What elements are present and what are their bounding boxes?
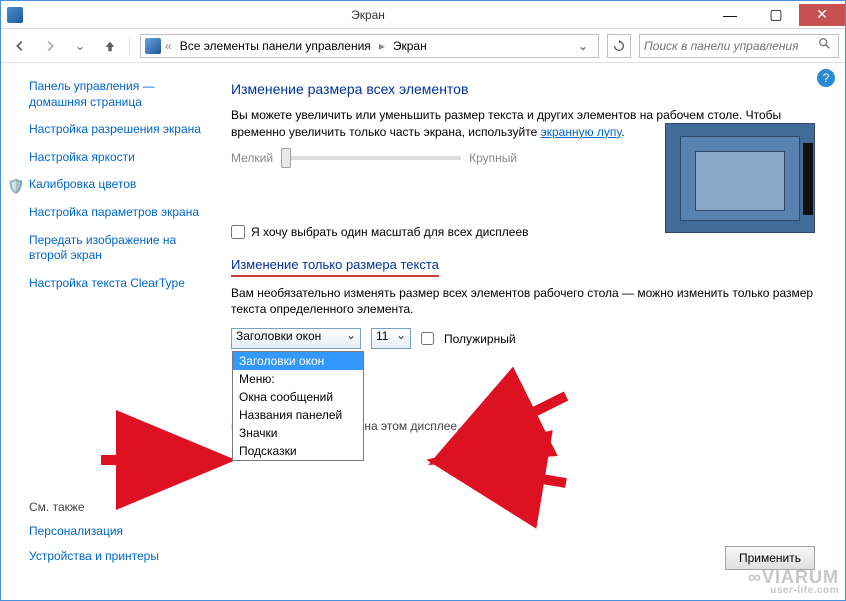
bold-checkbox[interactable] (421, 332, 434, 345)
close-button[interactable]: ✕ (799, 4, 845, 26)
dropdown-option[interactable]: Окна сообщений (233, 388, 363, 406)
slider-thumb[interactable] (281, 148, 291, 168)
breadcrumb[interactable]: « Все элементы панели управления ▸ Экран… (140, 34, 599, 58)
see-also-heading: См. также (29, 500, 209, 514)
preview-window-inner (695, 151, 785, 211)
main-content: ? Изменение размера всех элементов Вы мо… (211, 63, 845, 600)
breadcrumb-sep: « (165, 39, 172, 53)
see-also-personalization[interactable]: Персонализация (29, 524, 209, 540)
window-title: Экран (29, 8, 707, 22)
search-icon[interactable] (818, 37, 834, 54)
see-also-devices[interactable]: Устройства и принтеры (29, 549, 209, 565)
app-icon (7, 7, 23, 23)
sidebar-see-also: См. также Персонализация Устройства и пр… (29, 500, 209, 575)
text-size-controls: Заголовки окон Заголовки окон Меню: Окна… (231, 328, 825, 349)
refresh-button[interactable] (607, 34, 631, 58)
description2-text: Вам необязательно изменять размер всех э… (231, 285, 825, 319)
back-button[interactable] (7, 33, 33, 59)
sidebar-link-label: Калибровка цветов (29, 177, 136, 191)
element-dropdown-list: Заголовки окон Меню: Окна сообщений Назв… (232, 351, 364, 461)
breadcrumb-dropdown[interactable]: ⌄ (572, 39, 594, 53)
sidebar-link-display-settings[interactable]: Настройка параметров экрана (29, 205, 201, 221)
search-input[interactable] (644, 39, 818, 53)
display-preview-image (665, 123, 815, 233)
sidebar-link-resolution[interactable]: Настройка разрешения экрана (29, 122, 201, 138)
slider-label-large: Крупный (469, 151, 517, 165)
navbar: ⌄ « Все элементы панели управления ▸ Экр… (1, 29, 845, 63)
window: Экран — ▢ ✕ ⌄ « Все элементы панели упра… (0, 0, 846, 601)
location-icon (145, 38, 161, 54)
preview-window-icon (680, 136, 800, 221)
body: Панель управления — домашняя страница На… (1, 63, 845, 600)
magnifier-link[interactable]: экранную лупу (541, 125, 622, 139)
section-heading-text-size: Изменение только размера текста (231, 257, 439, 277)
sidebar-link-project[interactable]: Передать изображение на второй экран (29, 233, 201, 264)
up-button[interactable] (97, 33, 123, 59)
search-box[interactable] (639, 34, 839, 58)
breadcrumb-item[interactable]: Экран (389, 39, 431, 53)
sidebar-link-cleartype[interactable]: Настройка текста ClearType (29, 276, 201, 292)
window-controls: — ▢ ✕ (707, 4, 845, 26)
dropdown-option[interactable]: Названия панелей (233, 406, 363, 424)
watermark: ∞VIARUM user-life.com (748, 568, 839, 596)
dropdown-option[interactable]: Заголовки окон (233, 352, 363, 370)
dropdown-option[interactable]: Значки (233, 424, 363, 442)
sidebar-link-brightness[interactable]: Настройка яркости (29, 150, 201, 166)
sidebar-home-link[interactable]: Панель управления — домашняя страница (29, 79, 201, 110)
separator (129, 37, 130, 55)
chevron-right-icon: ▸ (379, 39, 385, 53)
forward-button[interactable] (37, 33, 63, 59)
bold-checkbox-label: Полужирный (444, 332, 516, 346)
breadcrumb-item[interactable]: Все элементы панели управления (176, 39, 375, 53)
titlebar: Экран — ▢ ✕ (1, 1, 845, 29)
recent-dropdown[interactable]: ⌄ (67, 33, 93, 59)
scale-slider[interactable] (281, 156, 461, 160)
slider-label-small: Мелкий (231, 151, 273, 165)
shield-icon: 🛡️ (7, 177, 24, 195)
single-scale-checkbox[interactable] (231, 225, 245, 239)
dropdown-option[interactable]: Подсказки (233, 442, 363, 460)
size-combobox[interactable]: 11 (371, 328, 411, 349)
checkbox-label: Я хочу выбрать один масштаб для всех дис… (251, 225, 529, 239)
help-icon[interactable]: ? (817, 69, 835, 87)
dropdown-option[interactable]: Меню: (233, 370, 363, 388)
maximize-button[interactable]: ▢ (753, 4, 799, 26)
minimize-button[interactable]: — (707, 4, 753, 26)
section-heading-scale: Изменение размера всех элементов (231, 81, 825, 97)
sidebar-link-calibration[interactable]: 🛡️ Калибровка цветов (29, 177, 201, 193)
element-combobox[interactable]: Заголовки окон Заголовки окон Меню: Окна… (231, 328, 361, 349)
sidebar: Панель управления — домашняя страница На… (1, 63, 211, 600)
